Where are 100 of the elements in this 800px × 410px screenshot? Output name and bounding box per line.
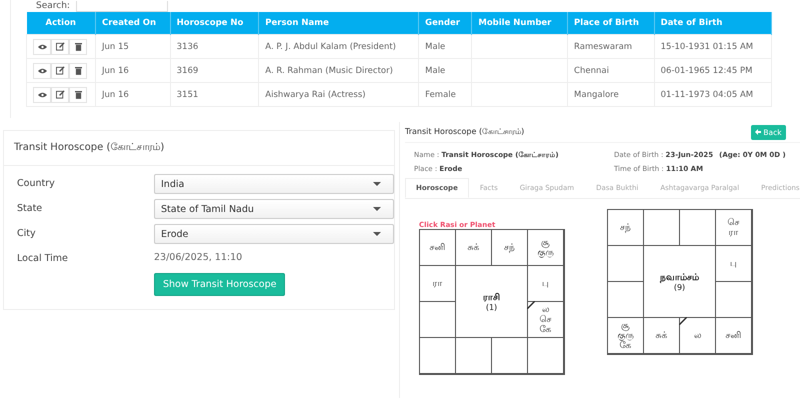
table-cell: Jun 16 — [96, 58, 170, 82]
planet-label[interactable]: குரு — [618, 330, 634, 340]
field-label: City — [17, 227, 37, 239]
table-cell: Jun 15 — [96, 34, 170, 58]
edit-icon — [56, 66, 64, 75]
table-cell: Aishwarya Rai (Actress) — [258, 82, 419, 106]
chart-house[interactable] — [420, 338, 455, 373]
planet-label[interactable]: ரா — [728, 228, 738, 238]
delete-button[interactable] — [69, 86, 87, 102]
planet-label[interactable]: ரா — [432, 278, 442, 288]
chart-house[interactable] — [680, 210, 715, 245]
chart-house[interactable]: சூ குரு கே — [608, 318, 643, 353]
chart-house[interactable]: ல — [680, 318, 715, 353]
edit-button[interactable] — [51, 86, 69, 102]
table-cell: Jun 16 — [96, 82, 170, 106]
view-button[interactable] — [33, 86, 51, 102]
panel-title: Transit Horoscope (கோட்சாரம்) — [14, 142, 164, 154]
chart-house[interactable]: சுக் — [456, 230, 491, 265]
local-time-value: 23/06/2025, 11:10 — [154, 251, 242, 265]
delete-button[interactable] — [69, 38, 87, 54]
table-cell: 3169 — [170, 58, 259, 82]
column-header: Mobile Number — [472, 12, 568, 34]
chart-house[interactable] — [528, 338, 563, 373]
lagna-mark — [527, 301, 535, 309]
eye-icon — [38, 68, 46, 74]
chart-title: ராசி — [483, 292, 500, 302]
field-label: State — [17, 202, 44, 214]
column-header: Horoscope No — [170, 12, 259, 34]
planet-label[interactable]: சனி — [430, 242, 446, 252]
planet-label[interactable]: சுக் — [468, 242, 480, 252]
chart-house[interactable]: செ ரா — [716, 210, 751, 245]
column-header: Place of Birth — [568, 12, 654, 34]
planet-label[interactable]: குரு — [538, 248, 554, 258]
chart-house[interactable] — [608, 246, 643, 281]
column-header: Date of Birth — [654, 12, 772, 34]
chart-house[interactable]: ரா — [420, 266, 455, 301]
planet-label[interactable]: செ — [540, 314, 552, 324]
planet-label[interactable]: பு — [542, 278, 549, 288]
chart-house[interactable] — [608, 282, 643, 317]
chart-house[interactable]: சனி — [420, 230, 455, 265]
planet-label[interactable]: ல — [542, 304, 549, 314]
planet-label[interactable]: செ — [728, 218, 740, 228]
planet-label[interactable]: சந் — [504, 242, 515, 252]
planet-label[interactable]: பு — [730, 258, 737, 268]
planet-label[interactable]: கே — [620, 340, 632, 350]
chart-house[interactable]: சூ குரு — [528, 230, 563, 265]
column-header: Person Name — [258, 12, 419, 34]
table-cell: Mangalore — [568, 82, 654, 106]
table-cell: Rameswaram — [568, 34, 654, 58]
select-field[interactable]: Erode — [154, 224, 394, 244]
planet-label[interactable]: சுக் — [656, 330, 668, 340]
planet-label[interactable]: சந் — [620, 222, 631, 232]
planet-label[interactable]: சூ — [541, 238, 550, 248]
table-cell: A. P. J. Abdul Kalam (President) — [258, 34, 419, 58]
arrow-left-icon — [755, 129, 762, 135]
chart-house[interactable]: சனி — [716, 318, 751, 353]
table-cell: Male — [418, 34, 472, 58]
edit-icon — [56, 42, 64, 51]
chart-house[interactable] — [644, 210, 679, 245]
column-header: Created On — [96, 12, 170, 34]
table-cell: 06-01-1965 12:45 PM — [654, 58, 772, 82]
table-cell: Chennai — [568, 58, 654, 82]
lagna-mark — [679, 317, 687, 325]
chart-house[interactable]: சந் — [492, 230, 527, 265]
panel-title: Transit Horoscope (கோட்சாரம்) — [405, 127, 524, 137]
chart-house[interactable]: சுக் — [644, 318, 679, 353]
select-field[interactable]: India — [154, 174, 394, 194]
caret-icon — [373, 232, 381, 236]
trash-icon — [74, 66, 82, 75]
planet-label[interactable]: கே — [540, 324, 552, 334]
chart-house[interactable] — [716, 282, 751, 317]
chart-house[interactable] — [420, 302, 455, 337]
chart-house[interactable]: சந் — [608, 210, 643, 245]
field-label: Local Time — [17, 252, 69, 264]
chart-title: நவாம்சம் — [660, 272, 699, 282]
table-cell: Female — [418, 82, 472, 106]
planet-label[interactable]: சூ — [621, 320, 630, 330]
chart-house[interactable] — [492, 338, 527, 373]
planet-label[interactable]: சனி — [726, 330, 742, 340]
select-field[interactable]: State of Tamil Nadu — [154, 199, 394, 219]
column-header: Gender — [418, 12, 472, 34]
table-cell: 01-11-1973 04:05 AM — [654, 82, 772, 106]
chart-house[interactable]: பு — [716, 246, 751, 281]
table-cell: A. R. Rahman (Music Director) — [258, 58, 419, 82]
planet-label[interactable]: ல — [694, 330, 701, 340]
delete-button[interactable] — [69, 62, 87, 78]
eye-icon — [38, 44, 46, 50]
column-header: Action — [26, 12, 96, 34]
trash-icon — [74, 90, 82, 99]
view-button[interactable] — [33, 62, 51, 78]
edit-button[interactable] — [51, 62, 69, 78]
trash-icon — [74, 42, 82, 51]
view-button[interactable] — [33, 38, 51, 54]
chart-house[interactable] — [456, 338, 491, 373]
field-label: Country — [17, 177, 56, 189]
chart-house[interactable]: பு — [528, 266, 563, 301]
table-cell: 3136 — [170, 34, 259, 58]
chart-number: (9) — [674, 282, 686, 292]
chart-house[interactable]: ல செ கே — [528, 302, 563, 337]
edit-button[interactable] — [51, 38, 69, 54]
